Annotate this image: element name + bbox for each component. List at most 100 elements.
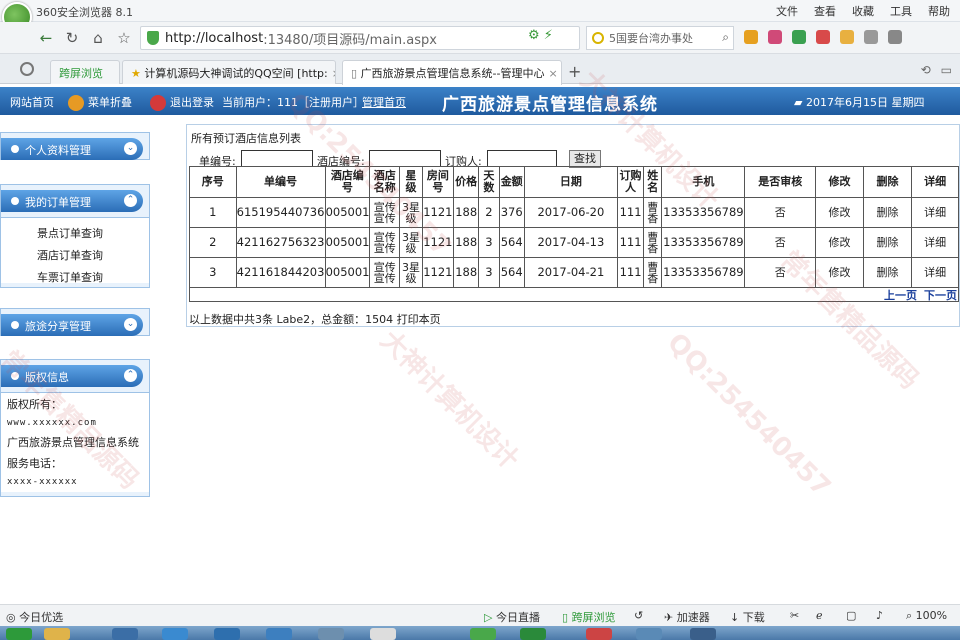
start-icon[interactable] (6, 628, 32, 640)
taskbar-app-icon[interactable] (318, 628, 344, 640)
tool-icon[interactable] (840, 30, 854, 44)
close-icon[interactable]: × (549, 67, 558, 80)
url-path: :13480/项目源码/main.aspx (263, 32, 437, 48)
taskbar-app-icon[interactable] (586, 628, 612, 640)
cell-room: 1121 (421, 197, 455, 228)
star-icon[interactable]: ☆ (114, 28, 134, 48)
volume-icon[interactable]: ♪ (876, 609, 883, 622)
buyer-input[interactable] (487, 150, 557, 167)
sidebar-item-scenic-orders[interactable]: 景点订单查询 (7, 222, 143, 244)
tab-qq-space[interactable]: ★ 计算机源码大神调试的QQ空间 [http:× (122, 60, 336, 84)
site-home-link[interactable]: 网站首页 (10, 94, 54, 110)
tab-bar: 跨屏浏览 ★ 计算机源码大神调试的QQ空间 [http:× ▯ 广西旅游景点管理… (0, 54, 960, 85)
next-page-link[interactable]: 下一页 (924, 287, 957, 303)
taskbar-app-icon[interactable] (112, 628, 138, 640)
cell-approved: 否 (744, 227, 817, 258)
download[interactable]: ↓ 下载 (730, 609, 765, 625)
cell-days: 3 (478, 257, 500, 288)
extension-icon[interactable] (768, 30, 782, 44)
more-icon[interactable] (888, 30, 902, 44)
delete-link[interactable]: 删除 (862, 197, 913, 228)
logout-link[interactable]: 退出登录 (150, 94, 214, 111)
tab-cross-screen[interactable]: 跨屏浏览 (50, 60, 120, 84)
taskbar-app-icon[interactable] (266, 628, 292, 640)
apps-icon[interactable] (744, 30, 758, 44)
sidebar-head-copyright[interactable]: 版权信息 ⌃ (1, 365, 143, 387)
cell-hotel-no: 005001 (324, 257, 371, 288)
manage-home-link[interactable]: 管理首页 (362, 94, 406, 110)
ie-icon[interactable]: ℯ (816, 609, 823, 622)
sidebar-item-hotel-orders[interactable]: 酒店订单查询 (7, 244, 143, 266)
detail-link[interactable]: 详细 (911, 227, 959, 258)
delete-link[interactable]: 删除 (862, 227, 913, 258)
mail-icon[interactable] (864, 30, 878, 44)
close-icon[interactable]: × (332, 67, 335, 80)
cross-screen[interactable]: ▯ 跨屏浏览 (562, 609, 616, 625)
taskbar-app-icon[interactable] (470, 628, 496, 640)
home-tab-icon[interactable] (20, 62, 34, 76)
menu-fold-link[interactable]: 菜单折叠 (68, 94, 132, 111)
taskbar-app-icon[interactable] (162, 628, 188, 640)
summary-text: 以上数据中共3条 Labe2，总金额：1504 打印本页 (189, 313, 441, 326)
search-input[interactable]: 5国要台湾办事处 ⌕ (586, 26, 734, 50)
compat-mode-icon[interactable]: ⚙ ⚡ (528, 28, 553, 43)
back-icon[interactable]: ← (36, 28, 56, 48)
edit-link[interactable]: 修改 (815, 257, 864, 288)
detail-link[interactable]: 详细 (911, 197, 959, 228)
col-room: 房间号 (421, 166, 455, 198)
today-live[interactable]: ▷ 今日直播 (484, 609, 540, 625)
cell-hotel-name: 宣传宣传 (369, 227, 401, 258)
taskbar-app-icon[interactable] (44, 628, 70, 640)
browser-menu: 文件 查看 收藏 工具 帮助 (776, 3, 950, 19)
col-seq: 序号 (189, 166, 237, 198)
scissors-icon[interactable]: ✂ (790, 609, 799, 622)
accelerator[interactable]: ✈ 加速器 (664, 609, 710, 625)
home-icon[interactable]: ⌂ (88, 28, 108, 48)
cell-room: 1121 (421, 257, 455, 288)
chevron-down-icon[interactable]: ⌄ (124, 142, 137, 155)
restore-tab-icon[interactable]: ⟲ (921, 63, 931, 77)
cell-hotel-no: 005001 (324, 197, 371, 228)
sidebar-head-orders[interactable]: 我的订单管理 ⌃ (1, 190, 143, 212)
sidebar-head-profile[interactable]: 个人资料管理 ⌄ (1, 138, 143, 160)
chevron-up-icon[interactable]: ⌃ (124, 194, 137, 207)
order-no-input[interactable] (241, 150, 313, 167)
menu-file[interactable]: 文件 (776, 3, 798, 19)
menu-view[interactable]: 查看 (814, 3, 836, 19)
rocket-icon: ✈ (664, 611, 677, 624)
edit-link[interactable]: 修改 (815, 227, 864, 258)
taskbar-app-icon[interactable] (690, 628, 716, 640)
zoom-level[interactable]: ⌕ 100% (906, 609, 947, 623)
tab-admin-center[interactable]: ▯ 广西旅游景点管理信息系统--管理中心 × (342, 60, 562, 85)
adblock-icon[interactable] (816, 30, 830, 44)
delete-link[interactable]: 删除 (862, 257, 913, 288)
search-icon[interactable]: ⌕ (722, 30, 729, 45)
today-picks[interactable]: ◎ 今日优选 (6, 609, 63, 625)
menu-tools[interactable]: 工具 (890, 3, 912, 19)
chevron-up-icon[interactable]: ⌃ (124, 369, 137, 382)
sidebar-item-ticket-orders[interactable]: 车票订单查询 (7, 266, 143, 288)
hotel-no-input[interactable] (369, 150, 441, 167)
window-icon[interactable]: ▢ (846, 609, 856, 622)
edit-link[interactable]: 修改 (815, 197, 864, 228)
hotel-order-table: 序号 单编号 酒店编号 酒店名称 星级 房间号 价格 天数 金额 日期 订购人 … (189, 166, 959, 288)
security-icon[interactable] (792, 30, 806, 44)
prev-page-link[interactable]: 上一页 (884, 287, 917, 303)
col-hotel-name: 酒店名称 (369, 166, 401, 198)
detail-link[interactable]: 详细 (911, 257, 959, 288)
menu-help[interactable]: 帮助 (928, 3, 950, 19)
taskbar-app-icon[interactable] (214, 628, 240, 640)
url-input[interactable]: http://localhost:13480/项目源码/main.aspx (140, 26, 580, 50)
menu-favorites[interactable]: 收藏 (852, 3, 874, 19)
chevron-down-icon[interactable]: ⌄ (124, 318, 137, 331)
sidebar-head-share[interactable]: 旅途分享管理 ⌄ (1, 314, 143, 336)
new-tab-icon[interactable]: + (568, 62, 581, 81)
cell-buyer: 111 (616, 257, 645, 288)
taskbar-app-icon[interactable] (636, 628, 662, 640)
tab-list-icon[interactable]: ▭ (941, 63, 952, 77)
history-icon[interactable]: ↺ (634, 609, 643, 622)
refresh-icon[interactable]: ↻ (62, 28, 82, 48)
taskbar-app-icon[interactable] (370, 628, 396, 640)
taskbar-app-icon[interactable] (520, 628, 546, 640)
watermark-text: 大神计算机设计 (374, 325, 525, 476)
